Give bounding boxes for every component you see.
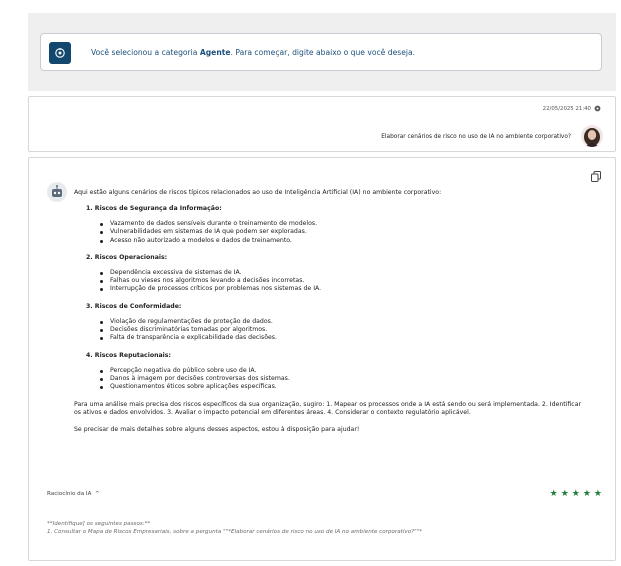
rating-row: Raciocínio da IA ^ ★ ★ ★ ★ ★ xyxy=(47,489,602,499)
risk-section-title: 4. Riscos Reputacionais: xyxy=(86,351,171,359)
footnote-line: 1. Consultar o Mapa de Riscos Empresaria… xyxy=(47,529,423,535)
user-prompt: Elaborar cenários de risco no uso de IA … xyxy=(381,134,571,140)
list-item: Percepção negativa do público sobre uso … xyxy=(100,367,584,375)
copy-icon[interactable] xyxy=(591,171,601,182)
risk-section-title: 2. Riscos Operacionais: xyxy=(86,253,168,261)
message-timestamp: 22/05/2025 21:40 xyxy=(542,105,591,112)
message-timestamp-row: 22/05/2025 21:40 xyxy=(543,105,601,112)
list-item: Interrupção de processos críticos por pr… xyxy=(100,285,584,293)
risk-list: Dependência excessiva de sistemas de IA.… xyxy=(100,269,584,294)
agent-icon xyxy=(55,48,65,58)
list-item: Acesso não autorizado a modelos e dados … xyxy=(100,237,584,245)
robot-icon xyxy=(52,185,62,197)
reasoning-label: Raciocínio da IA xyxy=(47,491,92,497)
list-item: Falta de transparência e explicabilidade… xyxy=(100,334,584,342)
list-item: Dependência excessiva de sistemas de IA. xyxy=(100,269,584,277)
selected-category: Agente xyxy=(199,48,231,57)
risk-list: Violação de regulamentações de proteção … xyxy=(100,318,584,343)
answer-intro: Aqui estão alguns cenários de riscos típ… xyxy=(74,189,442,196)
category-notice-text: Você selecionou a categoria Agente. Para… xyxy=(91,48,415,57)
risk-list: Percepção negativa do público sobre uso … xyxy=(100,367,584,392)
chevron-up-icon: ^ xyxy=(93,491,100,497)
category-notice: Você selecionou a categoria Agente. Para… xyxy=(40,33,602,71)
risk-section: 3. Riscos de Conformidade: Violação de r… xyxy=(86,303,584,343)
list-item: Vazamento de dados sensíveis durante o t… xyxy=(100,220,584,228)
list-item: Vulnerabilidades em sistemas de IA que p… xyxy=(100,228,584,236)
star-rating[interactable]: ★ ★ ★ ★ ★ xyxy=(550,489,602,499)
star-icon[interactable]: ★ xyxy=(561,489,569,499)
footnote: **Identifique] os seguintes passos:** 1.… xyxy=(47,520,422,536)
user-avatar xyxy=(581,125,603,147)
agent-badge xyxy=(49,42,71,64)
analysis-paragraph: Para uma análise mais precisa dos riscos… xyxy=(74,400,582,417)
assistant-avatar xyxy=(47,182,67,202)
reasoning-toggle[interactable]: Raciocínio da IA ^ xyxy=(47,491,100,497)
risk-section-title: 3. Riscos de Conformidade: xyxy=(86,302,182,310)
star-icon[interactable]: ★ xyxy=(572,489,580,499)
star-icon[interactable]: ★ xyxy=(583,489,591,499)
settings-icon[interactable] xyxy=(594,105,601,112)
star-icon[interactable]: ★ xyxy=(550,489,558,499)
assistant-answer-panel: Aqui estão alguns cenários de riscos típ… xyxy=(28,157,616,561)
footnote-line: **Identifique] os seguintes passos:** xyxy=(47,521,151,527)
risk-list: Vazamento de dados sensíveis durante o t… xyxy=(100,220,584,245)
notice-suffix: . Para começar, digite abaixo o que você… xyxy=(230,48,416,57)
risk-section: 2. Riscos Operacionais: Dependência exce… xyxy=(86,254,584,294)
answer-body: Aqui estão alguns cenários de riscos típ… xyxy=(74,189,584,442)
list-item: Questionamentos éticos sobre aplicações … xyxy=(100,383,584,391)
risk-section: 1. Riscos de Segurança da Informação: Va… xyxy=(86,205,584,245)
star-icon[interactable]: ★ xyxy=(594,489,602,499)
risk-section-title: 1. Riscos de Segurança da Informação: xyxy=(86,205,222,212)
chat-canvas: Você selecionou a categoria Agente. Para… xyxy=(0,0,621,566)
risk-section: 4. Riscos Reputacionais: Percepção negat… xyxy=(86,352,584,392)
notice-prefix: Você selecionou a categoria xyxy=(91,48,200,57)
user-message-panel: 22/05/2025 21:40 Elaborar cenários de ri… xyxy=(28,96,616,152)
list-item: Violação de regulamentações de proteção … xyxy=(100,318,584,326)
closing-paragraph: Se precisar de mais detalhes sobre algun… xyxy=(74,425,360,433)
